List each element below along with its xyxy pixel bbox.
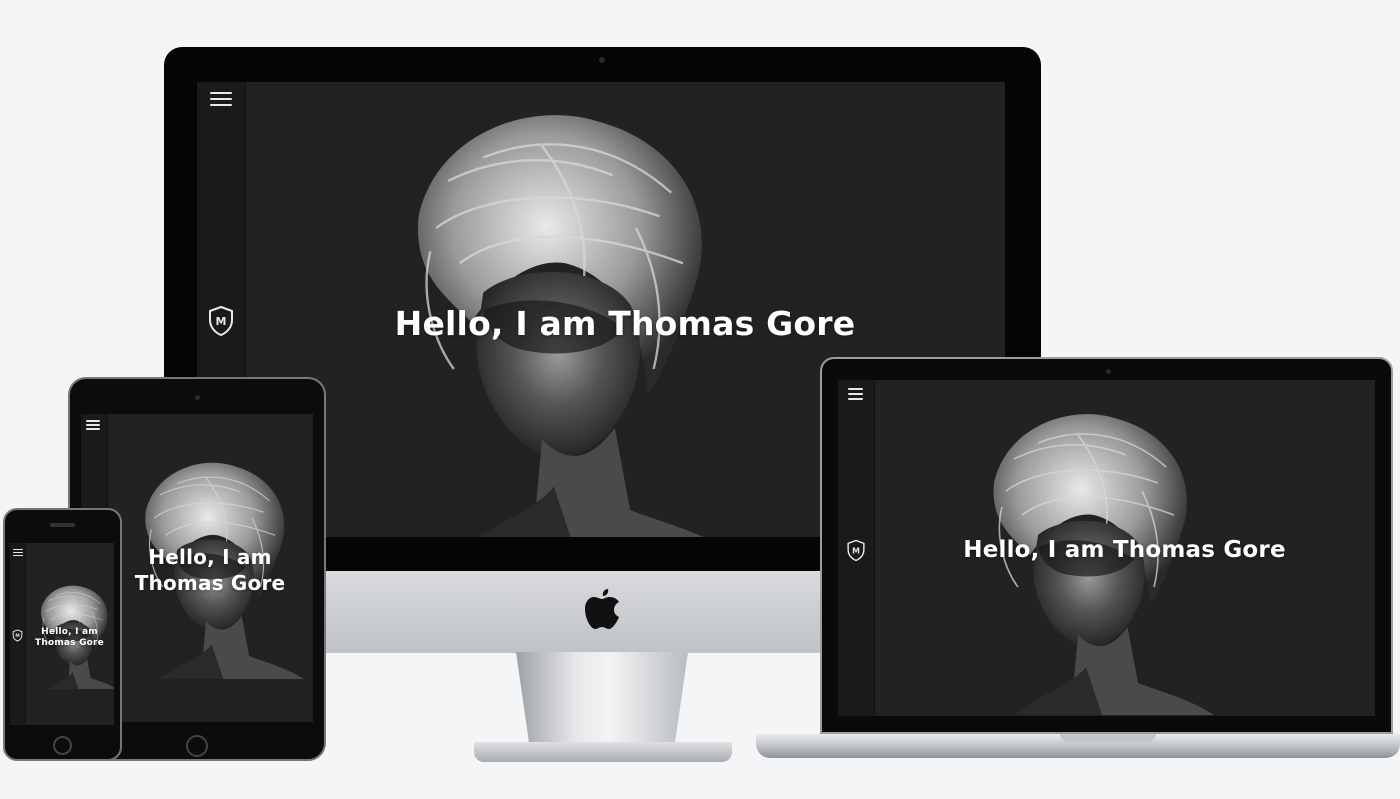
shield-logo-icon[interactable]: M <box>846 539 866 562</box>
hamburger-menu-icon[interactable] <box>848 388 863 400</box>
laptop-notch <box>1060 734 1156 742</box>
laptop-screen: M Hello, I am Thomas Gore <box>838 380 1375 716</box>
hero-title-line2: Thomas Gore <box>35 638 104 648</box>
home-button[interactable] <box>186 735 208 757</box>
home-button[interactable] <box>53 736 72 755</box>
logo-letter: M <box>216 315 227 328</box>
hero-title-line1: Hello, I am <box>41 627 98 637</box>
phone-speaker <box>50 523 75 527</box>
hero-title: Hello, I am Thomas Gore <box>394 304 856 343</box>
hero-title-line1: Hello, I am <box>148 545 272 569</box>
laptop-camera <box>1106 369 1111 374</box>
phone-screen: M Hello, I am Thomas Gore <box>10 543 114 725</box>
logo-letter: M <box>15 633 19 639</box>
devices-mockup: M Hello, I am Thomas Gore M Hello, I am … <box>0 0 1400 799</box>
hero-title-line2: Thomas Gore <box>134 571 286 595</box>
hero-title: Hello, I am Thomas Gore <box>25 627 114 649</box>
imac-base <box>474 742 732 762</box>
hero-title: Hello, I am Thomas Gore <box>963 537 1286 563</box>
tablet-camera <box>195 395 200 400</box>
imac-camera <box>599 57 605 63</box>
apple-logo-icon <box>585 589 619 629</box>
hamburger-menu-icon[interactable] <box>210 92 232 106</box>
imac-stand <box>516 652 688 748</box>
hamburger-menu-icon[interactable] <box>86 420 100 430</box>
hamburger-menu-icon[interactable] <box>13 549 23 556</box>
shield-logo-icon[interactable]: M <box>207 305 235 337</box>
logo-letter: M <box>852 546 860 555</box>
hero-title: Hello, I am Thomas Gore <box>107 544 313 596</box>
shield-logo-icon[interactable]: M <box>12 629 23 642</box>
